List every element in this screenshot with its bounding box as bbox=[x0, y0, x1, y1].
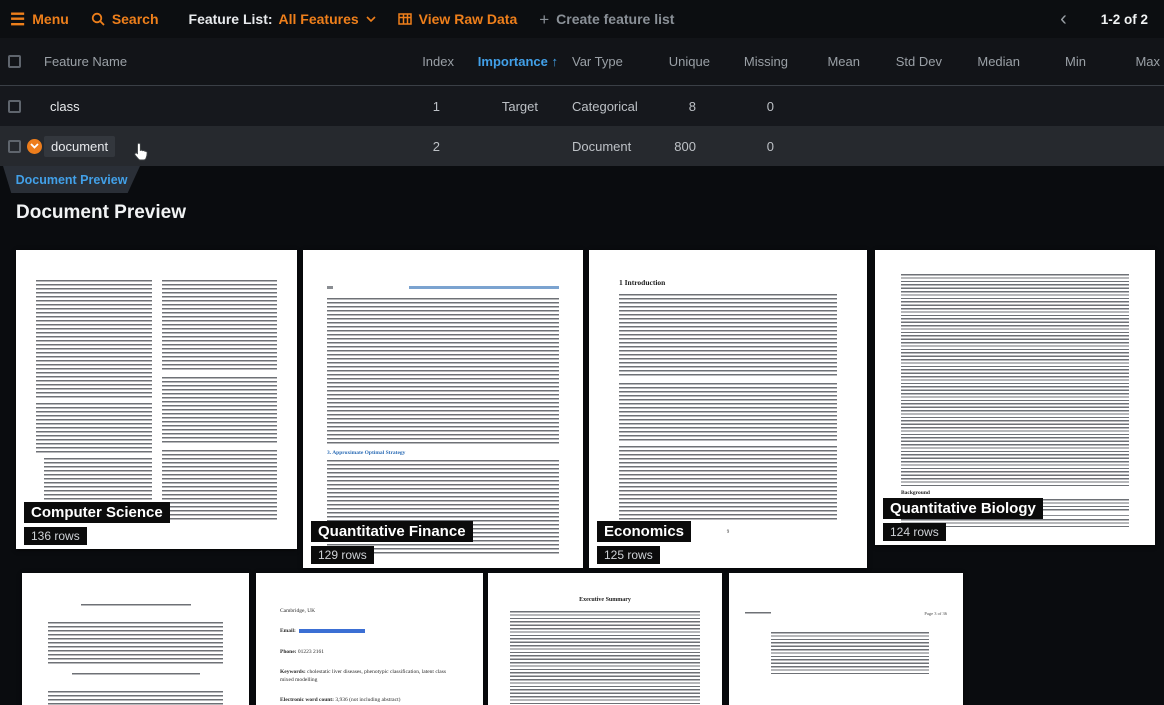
document-thumbnail: Page 3 of 36 bbox=[729, 573, 963, 674]
document-card-quantitative-finance[interactable]: 3. Approximate Optimal Strategy Quantita… bbox=[303, 250, 583, 568]
create-feature-list-button[interactable]: + Create feature list bbox=[539, 11, 674, 28]
feature-list-value: All Features bbox=[279, 11, 359, 27]
view-raw-data-button[interactable]: View Raw Data bbox=[398, 11, 518, 27]
cell-missing: 0 bbox=[710, 99, 788, 114]
col-importance-label: Importance bbox=[478, 54, 548, 69]
document-card-quantitative-biology[interactable]: Background Quantitative Biology 124 rows bbox=[875, 250, 1155, 545]
col-median[interactable]: Median bbox=[942, 54, 1020, 69]
document-section-heading: Executive Summary bbox=[510, 597, 700, 603]
col-index[interactable]: Index bbox=[394, 54, 454, 69]
col-missing[interactable]: Missing bbox=[710, 54, 788, 69]
menu-button[interactable]: ☰ Menu bbox=[10, 11, 69, 28]
create-feature-list-label: Create feature list bbox=[556, 11, 674, 27]
cell-missing: 0 bbox=[710, 139, 788, 154]
col-var-type[interactable]: Var Type bbox=[558, 54, 654, 69]
section-title: Document Preview bbox=[16, 202, 186, 224]
view-raw-data-label: View Raw Data bbox=[419, 11, 518, 27]
cell-var-type: Document bbox=[558, 139, 654, 154]
col-max[interactable]: Max bbox=[1086, 54, 1164, 69]
row-count-badge: 125 rows bbox=[597, 546, 660, 564]
cell-index: 1 bbox=[394, 99, 454, 114]
feature-name: document bbox=[44, 136, 115, 157]
feature-list-label: Feature List: bbox=[189, 11, 273, 27]
document-section-heading: 1 Introduction bbox=[619, 278, 837, 287]
row-count-badge: 136 rows bbox=[24, 527, 87, 545]
email-link bbox=[299, 629, 365, 633]
cell-unique: 800 bbox=[654, 139, 710, 154]
menu-label: Menu bbox=[32, 11, 69, 27]
col-unique[interactable]: Unique bbox=[654, 54, 710, 69]
tab-document-preview[interactable]: Document Preview bbox=[3, 166, 140, 193]
class-label: Economics bbox=[597, 521, 691, 542]
app-window: ☰ Menu Search Feature List: All Features bbox=[0, 0, 1164, 705]
top-toolbar: ☰ Menu Search Feature List: All Features bbox=[0, 0, 1164, 38]
col-mean[interactable]: Mean bbox=[788, 54, 860, 69]
row-checkbox[interactable] bbox=[8, 100, 21, 113]
plus-icon: + bbox=[539, 11, 549, 28]
col-feature-name[interactable]: Feature Name bbox=[44, 54, 394, 69]
document-thumbnail: Background bbox=[875, 250, 1155, 529]
feature-list-dropdown[interactable]: All Features bbox=[279, 11, 376, 27]
row-checkbox[interactable] bbox=[8, 140, 21, 153]
feature-row-document[interactable]: document 2 Document 800 0 bbox=[0, 126, 1164, 166]
document-section-heading: 3. Approximate Optimal Strategy bbox=[327, 450, 559, 456]
tab-label: Document Preview bbox=[16, 173, 128, 187]
class-label: Quantitative Finance bbox=[311, 521, 473, 542]
document-thumbnail: Cambridge, UK Email: Phone: 01223 2161 K… bbox=[256, 573, 483, 705]
cell-index: 2 bbox=[394, 139, 454, 154]
col-importance[interactable]: Importance ↑ bbox=[454, 54, 558, 69]
document-thumbnail bbox=[22, 573, 249, 705]
expand-collapse-icon[interactable] bbox=[27, 139, 42, 154]
feature-name: class bbox=[44, 99, 80, 114]
pagination-prev-button[interactable]: ‹ bbox=[1060, 9, 1067, 29]
document-card-computer-science[interactable]: Computer Science 136 rows bbox=[16, 250, 297, 549]
col-min[interactable]: Min bbox=[1020, 54, 1086, 69]
search-button[interactable]: Search bbox=[91, 11, 159, 27]
class-label: Quantitative Biology bbox=[883, 498, 1043, 519]
document-card[interactable]: Executive Summary bbox=[488, 573, 722, 705]
row-count-badge: 124 rows bbox=[883, 523, 946, 541]
table-header-row: Feature Name Index Importance ↑ Var Type… bbox=[0, 38, 1164, 86]
menu-icon: ☰ bbox=[10, 11, 25, 28]
col-std-dev[interactable]: Std Dev bbox=[860, 54, 942, 69]
cell-unique: 8 bbox=[654, 99, 710, 114]
search-label: Search bbox=[112, 11, 159, 27]
search-icon bbox=[91, 12, 105, 26]
cell-importance: Target bbox=[454, 99, 558, 114]
document-thumbnail: 1 Introduction 9 bbox=[589, 250, 867, 535]
document-card-economics[interactable]: 1 Introduction 9 Economics 125 rows bbox=[589, 250, 867, 568]
chevron-down-icon bbox=[366, 16, 376, 22]
document-card[interactable]: Page 3 of 36 bbox=[729, 573, 963, 705]
feature-row-class[interactable]: class 1 Target Categorical 8 0 bbox=[0, 86, 1164, 126]
cell-var-type: Categorical bbox=[558, 99, 654, 114]
document-thumbnail: Executive Summary bbox=[488, 573, 722, 705]
table-icon bbox=[398, 13, 412, 25]
pagination-label: 1-2 of 2 bbox=[1101, 12, 1148, 27]
class-label: Computer Science bbox=[24, 502, 170, 523]
select-all-checkbox[interactable] bbox=[8, 55, 21, 68]
document-thumbnail bbox=[36, 280, 277, 520]
row-count-badge: 129 rows bbox=[311, 546, 374, 564]
document-page-header: Page 3 of 36 bbox=[924, 611, 947, 616]
document-thumbnail: 3. Approximate Optimal Strategy bbox=[303, 250, 583, 556]
document-section-heading: Background bbox=[901, 490, 1129, 496]
document-card[interactable]: Cambridge, UK Email: Phone: 01223 2161 K… bbox=[256, 573, 483, 705]
document-card[interactable] bbox=[22, 573, 249, 705]
